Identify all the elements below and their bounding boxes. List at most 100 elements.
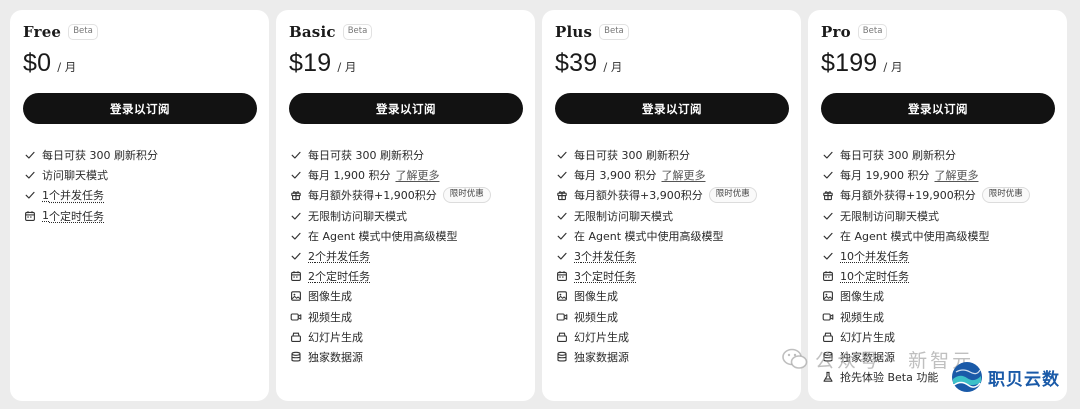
feature-count: 3 bbox=[574, 249, 581, 263]
feature-item: 10 个并发任务 bbox=[821, 246, 1054, 266]
feature-text: 视频生成 bbox=[840, 310, 884, 324]
plan-card-plus: Plus Beta $39 / 月登录以订阅 每日可获 300 刷新积分 每月 3,900… bbox=[542, 10, 801, 401]
video-icon bbox=[821, 310, 834, 323]
video-icon bbox=[289, 310, 302, 323]
feature-item: 视频生成 bbox=[821, 307, 1054, 327]
feature-item: 无限制访问聊天模式 bbox=[821, 206, 1054, 226]
plan-header: Plus Beta bbox=[555, 22, 788, 42]
plan-name: Basic bbox=[289, 23, 336, 41]
feature-item: 每月 19,900 积分 了解更多 bbox=[821, 165, 1054, 185]
check-icon bbox=[821, 169, 834, 182]
feature-text: 无限制访问聊天模式 bbox=[308, 209, 407, 223]
feature-text: 在 Agent 模式中使用高级模型 bbox=[840, 229, 990, 243]
check-icon bbox=[555, 209, 568, 222]
plan-price: $19 bbox=[289, 49, 332, 77]
check-icon bbox=[23, 189, 36, 202]
billing-period: / 月 bbox=[603, 60, 623, 74]
check-icon bbox=[289, 209, 302, 222]
subscribe-button[interactable]: 登录以订阅 bbox=[23, 93, 257, 124]
calendar-icon bbox=[821, 270, 834, 283]
calendar-icon bbox=[289, 270, 302, 283]
feature-text: 在 Agent 模式中使用高级模型 bbox=[308, 229, 458, 243]
price-row: $199 / 月 bbox=[821, 49, 1054, 79]
feature-item: 3 个定时任务 bbox=[555, 266, 788, 286]
brand-logo: 职贝云数 bbox=[950, 360, 1060, 394]
feature-text: 个定时任务 bbox=[581, 270, 636, 284]
check-icon bbox=[289, 250, 302, 263]
feature-count: 2 bbox=[308, 269, 315, 283]
subscribe-button[interactable]: 登录以订阅 bbox=[289, 93, 523, 124]
plan-header: Basic Beta bbox=[289, 22, 522, 42]
check-icon bbox=[821, 149, 834, 162]
subscribe-button[interactable]: 登录以订阅 bbox=[821, 93, 1055, 124]
flask-icon bbox=[821, 371, 834, 384]
feature-text: 个并发任务 bbox=[315, 250, 370, 264]
price-row: $19 / 月 bbox=[289, 49, 522, 79]
feature-text: 每月 19,900 积分 bbox=[840, 169, 930, 183]
feature-item: 每月 1,900 积分 了解更多 bbox=[289, 165, 522, 185]
feature-count: 3 bbox=[574, 269, 581, 283]
feature-text: 独家数据源 bbox=[308, 350, 363, 364]
feature-item: 幻灯片生成 bbox=[821, 327, 1054, 347]
feature-text: 幻灯片生成 bbox=[840, 330, 895, 344]
feature-item: 2 个并发任务 bbox=[289, 246, 522, 266]
video-icon bbox=[555, 310, 568, 323]
plan-price: $39 bbox=[555, 49, 598, 77]
database-icon bbox=[555, 350, 568, 363]
price-row: $0 / 月 bbox=[23, 49, 256, 79]
check-icon bbox=[289, 169, 302, 182]
feature-text: 每日可获 300 刷新积分 bbox=[308, 149, 424, 163]
check-icon bbox=[821, 229, 834, 242]
learn-more-link[interactable]: 了解更多 bbox=[661, 167, 705, 183]
feature-text: 每日可获 300 刷新积分 bbox=[840, 149, 956, 163]
feature-text: 幻灯片生成 bbox=[308, 330, 363, 344]
subscribe-button[interactable]: 登录以订阅 bbox=[555, 93, 789, 124]
image-icon bbox=[555, 290, 568, 303]
check-icon bbox=[555, 250, 568, 263]
feature-text: 每日可获 300 刷新积分 bbox=[42, 149, 158, 163]
check-icon bbox=[555, 149, 568, 162]
check-icon bbox=[23, 149, 36, 162]
feature-text: 独家数据源 bbox=[840, 350, 895, 364]
calendar-icon bbox=[555, 270, 568, 283]
feature-item: 图像生成 bbox=[555, 286, 788, 306]
feature-item: 每月额外获得+19,900积分 限时优惠 bbox=[821, 185, 1054, 205]
feature-list: 每日可获 300 刷新积分 每月 19,900 积分 了解更多 每月额外获得+19,9… bbox=[821, 145, 1054, 387]
feature-count: 10 bbox=[840, 269, 854, 283]
check-icon bbox=[289, 149, 302, 162]
slides-icon bbox=[289, 330, 302, 343]
image-icon bbox=[289, 290, 302, 303]
feature-item: 3 个并发任务 bbox=[555, 246, 788, 266]
feature-text: 抢先体验 Beta 功能 bbox=[840, 371, 939, 385]
check-icon bbox=[821, 250, 834, 263]
feature-text: 每月额外获得+1,900积分 bbox=[308, 189, 437, 203]
check-icon bbox=[289, 229, 302, 242]
feature-text: 幻灯片生成 bbox=[574, 330, 629, 344]
feature-count: 2 bbox=[308, 249, 315, 263]
learn-more-link[interactable]: 了解更多 bbox=[395, 167, 439, 183]
feature-text: 无限制访问聊天模式 bbox=[574, 209, 673, 223]
check-icon bbox=[555, 229, 568, 242]
limited-offer-badge: 限时优惠 bbox=[981, 187, 1030, 204]
plan-name: Free bbox=[23, 23, 62, 41]
feature-item: 每日可获 300 刷新积分 bbox=[555, 145, 788, 165]
gift-icon bbox=[289, 189, 302, 202]
feature-text: 每月 1,900 积分 bbox=[308, 169, 391, 183]
feature-text: 无限制访问聊天模式 bbox=[840, 209, 939, 223]
feature-item: 每月额外获得+3,900积分 限时优惠 bbox=[555, 185, 788, 205]
beta-badge: Beta bbox=[342, 24, 373, 40]
feature-item: 幻灯片生成 bbox=[289, 327, 522, 347]
feature-count: 10 bbox=[840, 249, 854, 263]
learn-more-link[interactable]: 了解更多 bbox=[934, 167, 978, 183]
billing-period: / 月 bbox=[57, 60, 77, 74]
slides-icon bbox=[555, 330, 568, 343]
database-icon bbox=[289, 350, 302, 363]
feature-text: 个定时任务 bbox=[49, 209, 104, 223]
plan-price: $199 bbox=[821, 49, 878, 77]
beta-badge: Beta bbox=[857, 24, 888, 40]
database-icon bbox=[821, 350, 834, 363]
brand-text: 职贝云数 bbox=[988, 369, 1060, 390]
feature-item: 每月额外获得+1,900积分 限时优惠 bbox=[289, 185, 522, 205]
feature-item: 2 个定时任务 bbox=[289, 266, 522, 286]
brand-globe-icon bbox=[952, 362, 982, 392]
